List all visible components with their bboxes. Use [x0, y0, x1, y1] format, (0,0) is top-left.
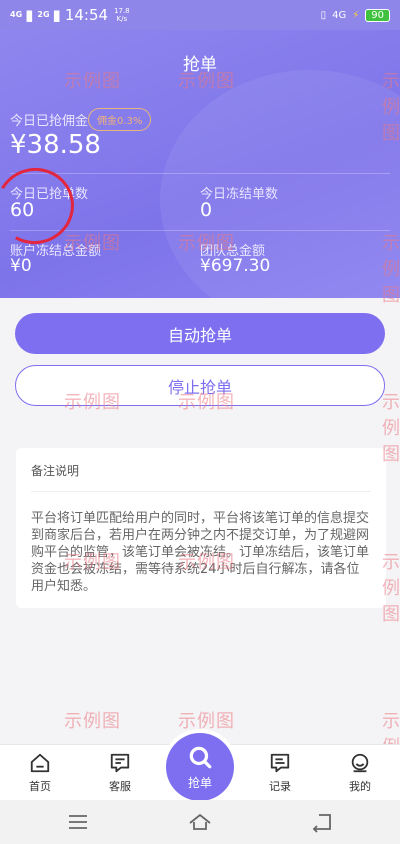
page-title: 抢单: [183, 55, 217, 75]
bottom-tab-bar: 首页 客服 抢单 记录 我的: [0, 733, 400, 801]
frozen-orders-value: 0: [200, 199, 213, 221]
tab-service-label: 客服: [109, 780, 131, 793]
divider: [10, 230, 390, 231]
note-title: 备注说明: [31, 462, 371, 492]
commission-value: ¥38.58: [10, 130, 101, 160]
status-right: ▯ 4G ⚡ 90: [320, 8, 390, 22]
stop-grab-button[interactable]: 停止抢单: [15, 365, 385, 406]
signal-bars-icon: ▮: [25, 6, 34, 24]
clock: 14:54: [64, 6, 109, 24]
menu-icon[interactable]: [66, 810, 90, 834]
back-icon[interactable]: [310, 810, 334, 834]
battery-level: 90: [365, 8, 390, 22]
home-outline-icon[interactable]: [188, 810, 212, 834]
tab-grab-label: 抢单: [187, 775, 212, 790]
tab-home[interactable]: 首页: [10, 745, 70, 801]
chat-icon: [110, 753, 130, 773]
tab-home-label: 首页: [29, 780, 51, 793]
signal-2-label: 2G: [37, 10, 50, 19]
auto-grab-button[interactable]: 自动抢单: [15, 313, 385, 354]
system-nav-bar: [0, 800, 400, 844]
net-speed: 17.8 K/s: [114, 7, 130, 23]
tab-mine-label: 我的: [349, 780, 371, 793]
commission-label: 今日已抢佣金: [10, 114, 89, 129]
status-bar: 4G ▮ 2G ▮ 14:54 17.8 K/s ▯ 4G ⚡ 90: [0, 0, 400, 30]
signal-1-label: 4G: [10, 10, 23, 19]
divider: [10, 173, 390, 174]
team-total-value: ¥697.30: [200, 256, 271, 276]
home-icon: [30, 753, 50, 773]
note-body: 平台将订单匹配给用户的同时，平台将该笔订单的信息提交到商家后台，若用户在两分钟之…: [31, 511, 370, 594]
network-type: 4G: [332, 9, 347, 21]
watermark: 示例图: [178, 711, 235, 732]
vibrate-icon: ▯: [320, 9, 327, 21]
tab-records[interactable]: 记录: [250, 745, 310, 801]
search-icon: [189, 746, 212, 768]
user-icon: [351, 753, 369, 773]
tab-records-label: 记录: [269, 780, 291, 793]
commission-rate-badge: 佣金0.3%: [88, 108, 152, 131]
stats-header: 抢单 今日已抢佣金 佣金0.3% ¥38.58 今日已抢单数 60 今日冻结单数…: [0, 30, 400, 298]
watermark: 示例图: [64, 711, 121, 732]
charging-icon: ⚡: [352, 9, 360, 21]
tab-service[interactable]: 客服: [90, 745, 150, 801]
tab-grab[interactable]: 抢单: [166, 733, 234, 801]
tab-mine[interactable]: 我的: [330, 745, 390, 801]
signal-bars-icon: ▮: [52, 6, 61, 24]
account-frozen-value: ¥0: [10, 256, 32, 276]
net-speed-unit: K/s: [116, 15, 128, 23]
decorative-shape: [160, 70, 400, 298]
note-card: 备注说明 平台将订单匹配给用户的同时，平台将该笔订单的信息提交到商家后台，若用户…: [16, 448, 386, 608]
net-speed-value: 17.8: [114, 7, 130, 15]
message-icon: [270, 753, 290, 773]
